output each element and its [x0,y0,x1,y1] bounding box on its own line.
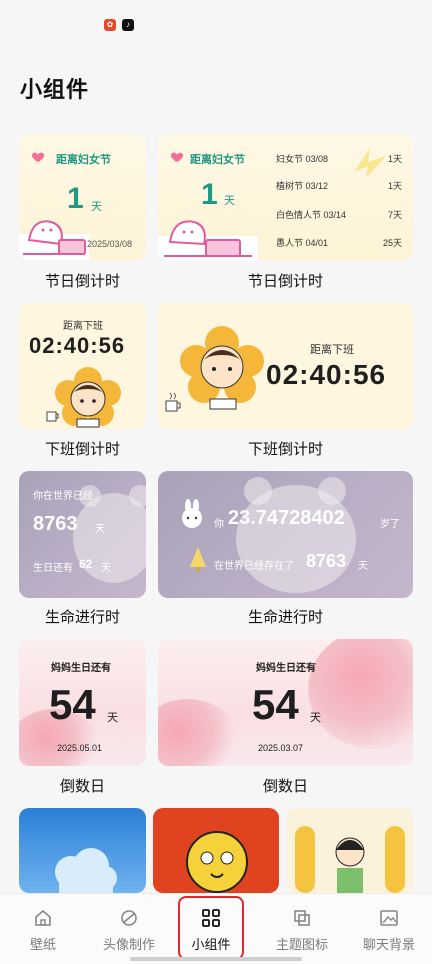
nav-item-label: 壁纸 [29,937,56,952]
countdown-date: 2025.03.07 [258,743,304,753]
offwork-label: 距离下班 [310,344,354,356]
offwork-widget-small[interactable]: 距离下班 02:40:56 [19,303,146,429]
countdown-title: 妈妈生日还有 [51,663,111,674]
life-line: 在世界已经存在了 [214,561,294,572]
birthday-days: 62 [79,557,93,571]
countdown-title: 妈妈生日还有 [256,663,316,674]
countdown-number: 54 [252,681,299,728]
house-icon [35,909,51,926]
festival-list-row: 白色情人节 03/14 7天 [276,208,402,222]
festival-row-name: 植树节 03/12 [276,181,329,191]
nav-item-wallpaper[interactable]: 壁纸 [0,894,86,954]
festival-unit: 天 [91,201,102,213]
bear-ear [244,477,272,505]
festival-date: 2025/03/08 [87,239,133,249]
widget-grid: 距离妇女节 1 天 2025/03/08 节日倒计时 距离妇女节 1 天 妇女节… [0,0,432,964]
festival-row-name: 妇女节 03/08 [276,154,329,164]
widget-caption: 生命进行时 [247,609,323,626]
life-line: 你在世界已经 [33,491,93,502]
rose-background [308,639,413,749]
lucky-cat-widget-preview[interactable] [153,808,279,893]
nav-item-label: 主题图标 [275,937,328,952]
festival-row-name: 白色情人节 03/14 [276,210,347,220]
widget-caption: 生命进行时 [44,609,120,626]
rose-background [158,699,238,766]
life-years: 23.74728402 [228,507,345,529]
widget-caption: 倒数日 [262,778,308,795]
life-unit: 天 [358,561,368,572]
festival-row-days: 1天 [387,181,402,191]
festival-title: 距离妇女节 [190,154,245,166]
image-icon [380,910,398,926]
active-tab-highlight [178,896,244,960]
widget-caption: 节日倒计时 [247,273,323,290]
countdown-unit: 天 [310,712,321,724]
offwork-time: 02:40:56 [266,359,387,390]
girl-illustration-icon [335,837,365,893]
nav-item-label: 头像制作 [102,937,155,952]
nav-item-label: 聊天背景 [362,937,415,952]
flower-girl-illustration-icon [180,326,264,410]
life-widget-large[interactable]: 你 23.74728402 岁了 在世界已经存在了 8763 天 [158,471,413,598]
tiger-icon [186,831,248,893]
home-indicator [130,957,302,961]
nav-item-theme-icons[interactable]: 主题图标 [259,894,345,954]
offwork-widget-large[interactable]: 距离下班 02:40:56 [158,303,413,429]
bear-ear [129,485,146,507]
widget-caption: 下班倒计时 [247,441,323,458]
festival-widget-large[interactable]: 距离妇女节 1 天 妇女节 03/08 1天 植树节 03/12 1天 白色情人节 … [158,134,413,260]
cat-illustration-icon [19,220,89,260]
couplet-right [385,826,405,893]
weather-widget-preview[interactable] [19,808,146,893]
countdown-date: 2025.05.01 [57,743,103,753]
birthday-unit: 天 [101,563,111,574]
nav-item-chat-background[interactable]: 聊天背景 [346,894,432,954]
countdown-number: 54 [49,681,96,728]
tree-icon [190,547,206,572]
widget-caption: 下班倒计时 [44,441,120,458]
bunny-icon [182,499,202,528]
festival-row-days: 25天 [382,238,402,248]
bear-ear [318,477,346,505]
widget-caption: 倒数日 [59,778,105,795]
festival-row-name: 愚人节 04/01 [276,238,329,248]
couplet-left [295,826,315,893]
heart-icon [33,153,43,162]
festival-row-days: 1天 [387,154,402,164]
planet-icon [121,910,137,926]
festival-list-row: 妇女节 03/08 1天 [276,152,402,166]
layers-icon [294,910,310,926]
couplet-widget-preview[interactable] [287,808,413,893]
festival-title: 距离妇女节 [56,154,111,166]
life-unit: 天 [95,524,105,535]
cloud-icon [55,848,117,893]
life-days: 8763 [306,551,347,571]
coffee-cup-icon [165,392,181,412]
cat-illustration-icon [158,220,258,260]
life-widget-small[interactable]: 你在世界已经 8763 天 生日还有 62 天 [19,471,146,598]
life-prefix: 你 [214,519,224,530]
nav-item-avatar[interactable]: 头像制作 [86,894,172,954]
offwork-time: 02:40:56 [29,333,126,358]
festival-list-row: 植树节 03/12 1天 [276,179,402,193]
countdown-widget-small[interactable]: 妈妈生日还有 54 天 2025.05.01 [19,639,146,766]
festival-list-row: 愚人节 04/01 25天 [276,236,402,250]
festival-row-days: 7天 [387,210,402,220]
widget-caption: 节日倒计时 [44,273,120,290]
countdown-widget-large[interactable]: 妈妈生日还有 54 天 2025.03.07 [158,639,413,766]
heart-icon [172,153,182,162]
coffee-cup-icon [46,411,59,422]
offwork-label: 距离下班 [63,321,103,332]
birthday-prefix: 生日还有 [33,563,73,574]
countdown-unit: 天 [107,712,118,724]
life-years-unit: 岁了 [380,519,400,530]
life-days: 8763 [33,513,78,535]
festival-widget-small[interactable]: 距离妇女节 1 天 2025/03/08 [19,134,146,260]
